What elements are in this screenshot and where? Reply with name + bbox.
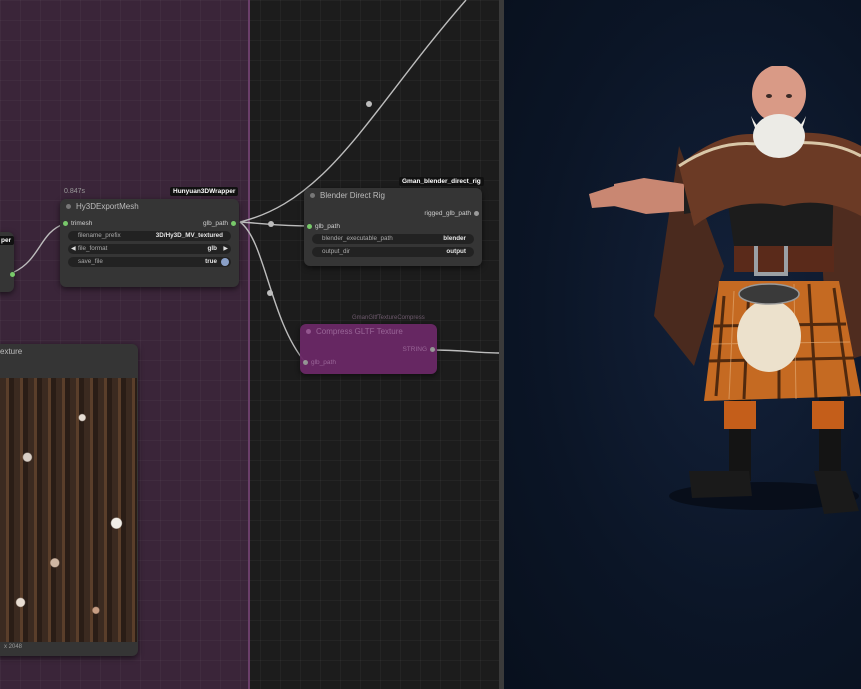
widget-value: glb [207, 245, 217, 252]
node-hy3d-export-mesh[interactable]: Hy3DExportMesh trimesh glb_path filename… [60, 199, 239, 287]
input-socket[interactable] [307, 224, 312, 229]
node-header[interactable]: Blender Direct Rig [304, 188, 482, 203]
output-dir-field[interactable]: output_dir output [312, 247, 474, 257]
input-label: glb_path [311, 359, 336, 366]
toggle-knob[interactable] [221, 258, 229, 266]
link-midpoint [366, 101, 372, 107]
blender-executable-path-field[interactable]: blender_executable_path blender [312, 234, 474, 244]
input-label: glb_path [315, 223, 340, 230]
output-socket[interactable] [231, 221, 236, 226]
input-socket[interactable] [303, 360, 308, 365]
collapse-dot[interactable] [310, 193, 315, 198]
node-badge: GmanGltfTextureCompress [352, 315, 425, 321]
arrow-left-icon[interactable]: ◀ [71, 244, 76, 254]
output-label: glb_path [203, 220, 228, 227]
link-export-to-rig [239, 221, 311, 227]
node-texture-preview[interactable]: exture x 2048 [0, 344, 138, 656]
input-label: trimesh [71, 220, 93, 227]
link-left-in [13, 223, 65, 273]
node-header[interactable]: Compress GLTF Texture [300, 324, 437, 339]
widget-value: output [446, 248, 466, 255]
node-header[interactable]: Hy3DExportMesh [60, 199, 239, 214]
output-socket[interactable] [430, 347, 435, 352]
widget-value: true [205, 258, 217, 265]
node-header[interactable]: exture [0, 344, 138, 359]
node-badge: Hunyuan3DWrapper [170, 187, 239, 196]
node-title: Compress GLTF Texture [316, 327, 403, 336]
file-format-combo[interactable]: ◀ file_format glb ▶ [68, 244, 231, 254]
widget-value: blender [443, 235, 466, 242]
texture-image [0, 378, 137, 642]
node-badge: per [0, 236, 15, 245]
collapse-dot[interactable] [306, 329, 311, 334]
node-compress-gltf-texture[interactable]: Compress GLTF Texture STRING glb_path [300, 324, 437, 374]
filename-prefix-field[interactable]: filename_prefix 3D/Hy3D_MV_textured [68, 231, 231, 241]
output-label: rigged_glb_path [424, 210, 471, 217]
widget-label: file_format [78, 245, 108, 252]
widget-label: filename_prefix [78, 232, 121, 239]
link-compress-out [431, 349, 501, 354]
link-midpoint [267, 290, 273, 296]
texture-size-label: x 2048 [4, 644, 23, 650]
input-socket[interactable] [63, 221, 68, 226]
widget-label: blender_executable_path [322, 235, 393, 242]
output-socket[interactable] [474, 211, 479, 216]
node-title: Hy3DExportMesh [76, 202, 139, 211]
node-blender-direct-rig[interactable]: Blender Direct Rig rigged_glb_path glb_p… [304, 188, 482, 266]
node-partial-left[interactable]: per [0, 232, 15, 292]
output-label: STRING [402, 346, 427, 353]
arrow-right-icon[interactable]: ▶ [223, 244, 228, 254]
node-title: exture [0, 347, 23, 356]
widget-label: output_dir [322, 248, 351, 255]
output-socket[interactable] [10, 272, 15, 277]
node-title: Blender Direct Rig [320, 191, 385, 200]
rigged-character-model [589, 66, 861, 514]
widget-value: 3D/Hy3D_MV_textured [155, 232, 223, 239]
save-file-toggle[interactable]: save_file true [68, 257, 231, 267]
widget-label: save_file [78, 258, 103, 265]
link-midpoint [268, 221, 274, 227]
node-exec-time: 0.847s [64, 188, 86, 195]
node-badge: Gman_blender_direct_rig [399, 177, 484, 186]
collapse-dot[interactable] [66, 204, 71, 209]
